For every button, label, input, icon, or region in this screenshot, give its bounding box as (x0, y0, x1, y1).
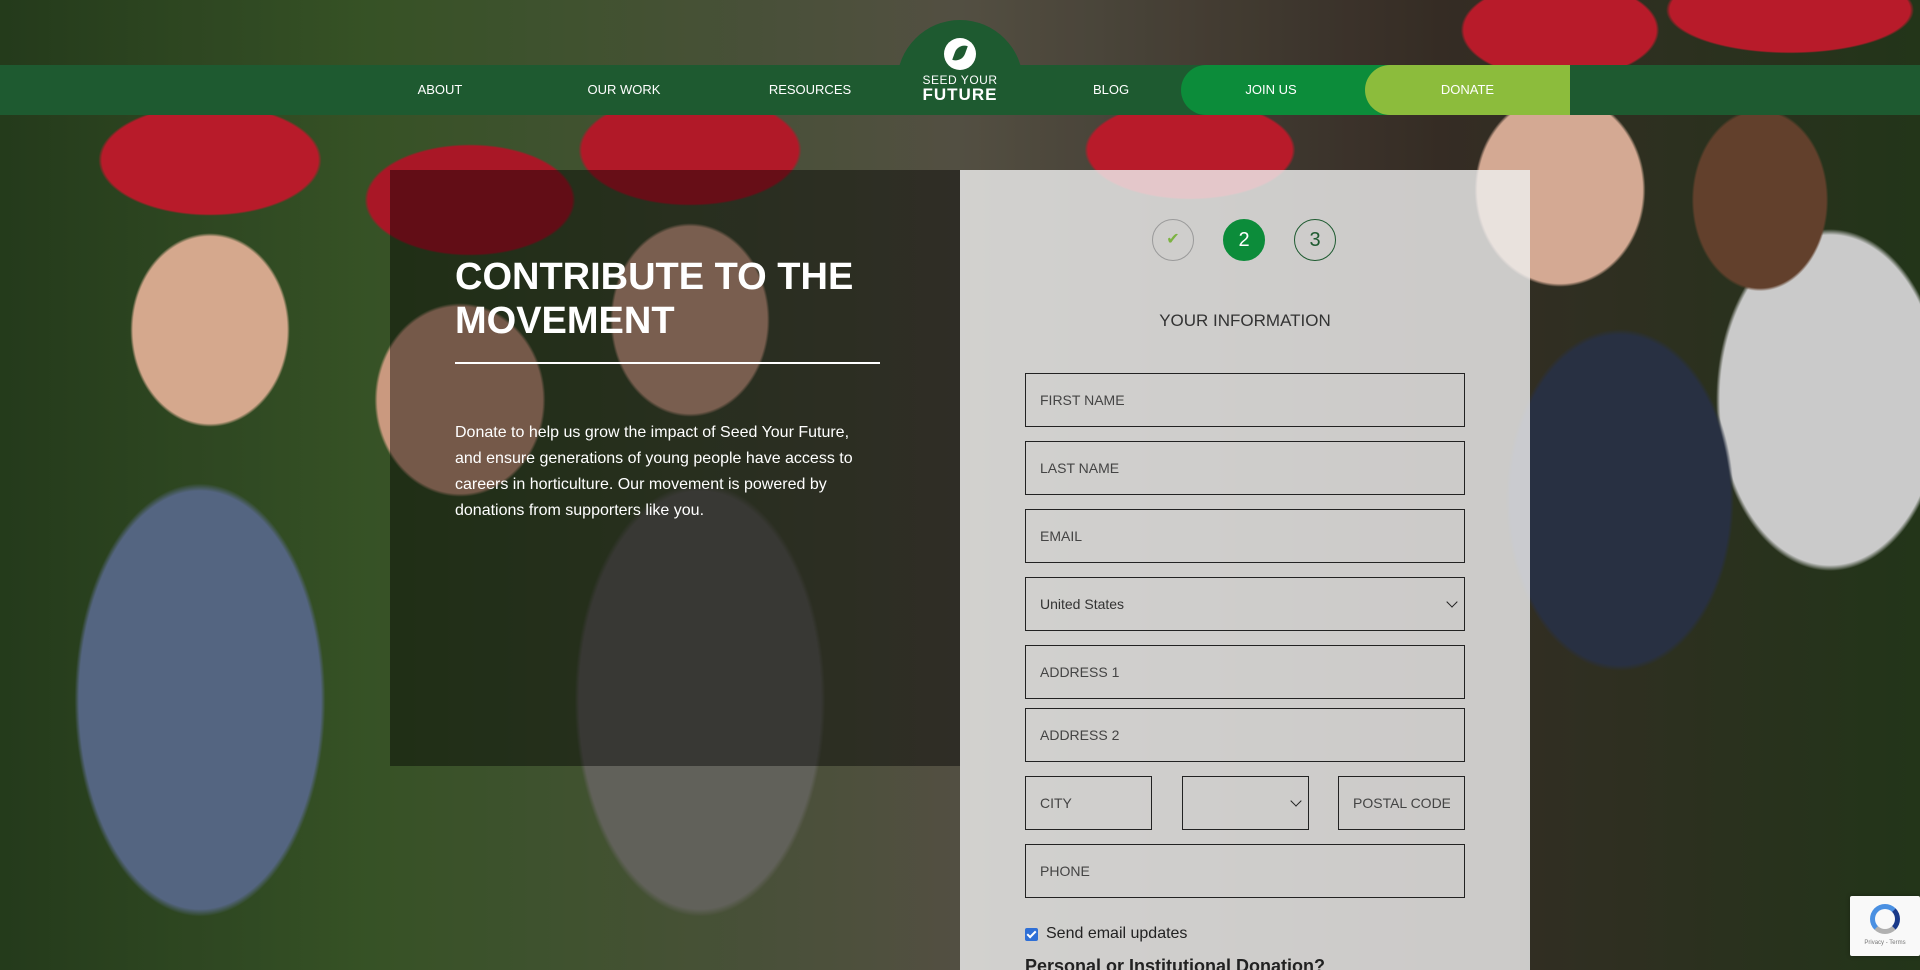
step-1-complete-check-icon[interactable]: ✔ (1152, 219, 1194, 261)
phone-field[interactable] (1025, 844, 1465, 898)
logo-text-bottom: FUTURE (922, 85, 998, 104)
recaptcha-footer: Privacy - Terms (1864, 940, 1906, 946)
city-field[interactable] (1025, 776, 1152, 830)
seedling-icon (944, 38, 976, 70)
recaptcha-icon (1870, 904, 1900, 934)
donation-type-heading: Personal or Institutional Donation? (1025, 956, 1326, 970)
intro-text: Donate to help us grow the impact of See… (455, 424, 853, 519)
address-2-field[interactable] (1025, 708, 1465, 762)
first-name-field[interactable] (1025, 373, 1465, 427)
step-3-upcoming[interactable]: 3 (1294, 219, 1336, 261)
nav-resources[interactable]: RESOURCES (760, 65, 860, 115)
page-title: CONTRIBUTE TO THE MOVEMENT (455, 256, 854, 342)
email-updates-option[interactable]: Send email updates (1025, 924, 1187, 944)
recaptcha-badge[interactable]: Privacy - Terms (1850, 896, 1920, 956)
step-2-current: 2 (1223, 219, 1265, 261)
nav-blog[interactable]: BLOG (1071, 65, 1151, 115)
address-1-field[interactable] (1025, 645, 1465, 699)
last-name-field[interactable] (1025, 441, 1465, 495)
nav-our-work[interactable]: OUR WORK (574, 65, 674, 115)
postal-code-field[interactable] (1338, 776, 1465, 830)
donate-button[interactable]: DONATE (1365, 65, 1570, 115)
state-select[interactable] (1182, 776, 1309, 830)
country-select[interactable]: United States (1025, 577, 1465, 631)
title-divider (455, 362, 880, 364)
email-updates-checkbox[interactable] (1025, 927, 1038, 941)
email-updates-label[interactable]: Send email updates (1046, 925, 1187, 943)
form-heading: YOUR INFORMATION (1159, 311, 1331, 330)
nav-about[interactable]: ABOUT (400, 65, 480, 115)
email-field[interactable] (1025, 509, 1465, 563)
